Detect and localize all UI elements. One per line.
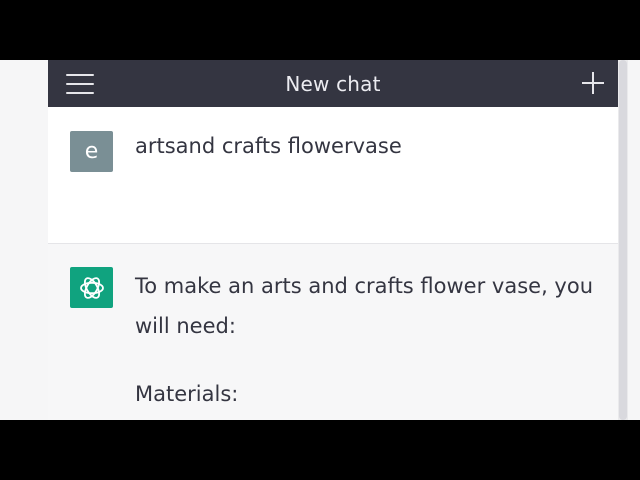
assistant-paragraph: Materials: — [135, 382, 239, 406]
user-message-text: artsand crafts flowervase — [135, 134, 402, 158]
new-chat-plus-icon[interactable] — [578, 68, 608, 98]
openai-logo-icon — [79, 276, 104, 299]
assistant-message: To make an arts and crafts flower vase, … — [48, 244, 618, 420]
page-title: New chat — [285, 71, 381, 96]
scrollbar-thumb[interactable] — [619, 60, 627, 420]
menu-line — [66, 83, 94, 85]
user-message: e artsand crafts flowervase — [48, 107, 618, 244]
letterbox-top — [0, 0, 640, 60]
letterbox-bottom — [0, 420, 640, 480]
chat-app: New chat e artsand crafts flowervase To … — [48, 60, 618, 420]
user-avatar-letter: e — [84, 139, 99, 164]
assistant-message-text: To make an arts and crafts flower vase, … — [135, 266, 595, 414]
menu-line — [66, 92, 94, 94]
hamburger-menu-icon[interactable] — [66, 70, 94, 98]
assistant-avatar — [70, 267, 113, 308]
user-avatar: e — [70, 131, 113, 172]
menu-line — [66, 74, 94, 76]
assistant-paragraph: To make an arts and crafts flower vase, … — [135, 274, 594, 338]
top-bar: New chat — [48, 60, 618, 107]
scrollbar[interactable] — [618, 60, 628, 420]
screen: New chat e artsand crafts flowervase To … — [0, 60, 640, 420]
